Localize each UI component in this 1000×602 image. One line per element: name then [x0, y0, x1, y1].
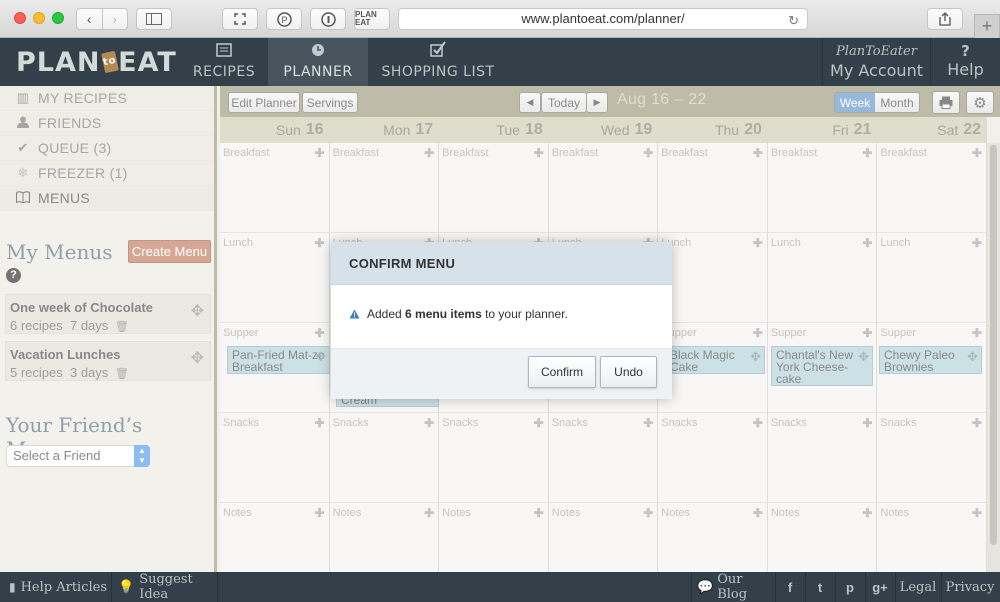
clock-icon — [311, 43, 325, 61]
privacy-link[interactable]: Privacy — [942, 572, 998, 602]
close-window-button[interactable] — [14, 12, 26, 24]
our-blog-link[interactable]: 💬 Our Blog — [697, 572, 770, 602]
dialog-title: CONFIRM MENU — [331, 242, 672, 285]
pinterest-icon[interactable]: p — [836, 572, 864, 602]
tab-recipes[interactable]: RECIPES — [180, 38, 268, 86]
share-icon[interactable] — [927, 8, 963, 30]
confirm-button[interactable]: Confirm — [528, 356, 596, 388]
back-arrow-icon[interactable]: ‹ — [77, 9, 102, 29]
fullscreen-icon[interactable] — [222, 8, 258, 30]
plantoeat-logo[interactable]: PLAN to EAT — [16, 45, 176, 79]
question-icon: ? — [961, 42, 970, 60]
help-articles-link[interactable]: ▮ Help Articles — [8, 572, 108, 602]
chat-bubble-icon: 💬 — [697, 579, 714, 595]
facebook-icon[interactable]: f — [776, 572, 804, 602]
history-nav: ‹ › — [76, 8, 128, 30]
forward-arrow-icon[interactable]: › — [101, 9, 128, 29]
app-nav-bar: PLAN to EAT RECIPES PLANNER SHOPPING LIS… — [0, 38, 1000, 86]
tab-shopping-list[interactable]: SHOPPING LIST — [372, 38, 504, 86]
help-menu[interactable]: ? Help — [930, 38, 1000, 86]
reload-icon[interactable]: ↻ — [788, 11, 799, 31]
checkmark-icon — [430, 41, 446, 61]
plantoeat-extension-icon[interactable]: PLAN EAT — [354, 8, 390, 30]
address-bar[interactable]: www.plantoeat.com/planner/ ↻ — [398, 8, 808, 30]
legal-link[interactable]: Legal — [896, 572, 940, 602]
book-icon: ▮ — [8, 580, 16, 594]
google-plus-icon[interactable]: g+ — [866, 572, 894, 602]
recipes-icon — [215, 43, 233, 61]
svg-text:P: P — [281, 15, 287, 25]
sidebar-toggle-icon[interactable] — [136, 8, 172, 30]
browser-toolbar: ‹ › P PLAN EAT www.plantoeat.com/planner… — [0, 0, 1000, 38]
twitter-icon[interactable]: t — [806, 572, 834, 602]
warning-icon — [349, 309, 360, 319]
footer-bar: ▮ Help Articles 💡 Suggest Idea 💬 Our Blo… — [0, 572, 1000, 602]
lightbulb-icon: 💡 — [118, 579, 135, 595]
tab-planner[interactable]: PLANNER — [268, 38, 368, 86]
new-tab-button[interactable]: + — [974, 14, 1000, 38]
password-manager-icon[interactable] — [310, 8, 346, 30]
minimize-window-button[interactable] — [33, 12, 45, 24]
confirm-menu-dialog: CONFIRM MENU Added 6 menu items to your … — [331, 242, 672, 399]
suggest-idea-link[interactable]: 💡 Suggest Idea — [118, 572, 212, 602]
undo-button[interactable]: Undo — [600, 356, 657, 388]
account-menu[interactable]: PlanToEater My Account — [822, 38, 930, 86]
pinterest-extension-icon[interactable]: P — [266, 8, 302, 30]
zoom-window-button[interactable] — [52, 12, 64, 24]
dialog-message: Added 6 menu items to your planner. — [331, 285, 672, 348]
dialog-footer: Confirm Undo — [331, 348, 672, 399]
